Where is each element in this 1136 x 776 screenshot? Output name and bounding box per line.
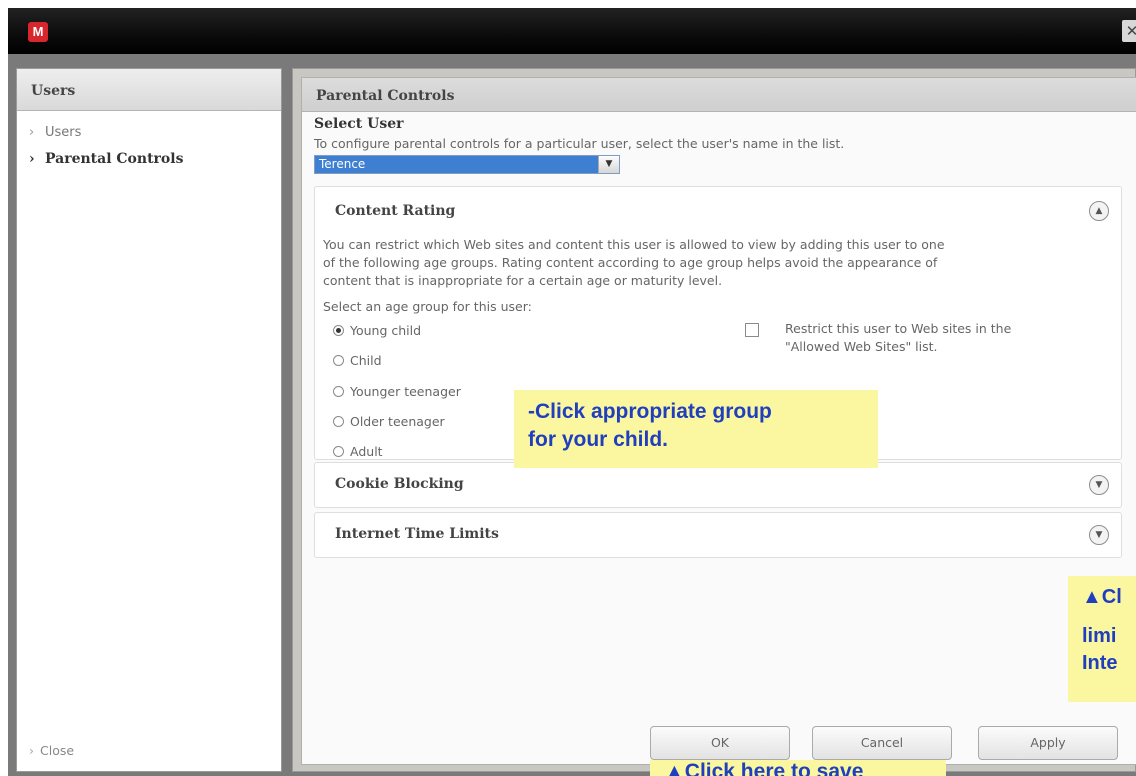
radio-label: Younger teenager (350, 384, 461, 399)
radio-older-teenager[interactable]: Older teenager (333, 414, 445, 429)
internet-time-limits-title[interactable]: Internet Time Limits (335, 526, 499, 542)
app-logo-icon: M (28, 22, 48, 42)
down-arrows-circle-icon[interactable]: ▼ (1089, 525, 1109, 545)
cookie-blocking-title[interactable]: Cookie Blocking (335, 476, 464, 492)
select-user-title: Select User (314, 116, 404, 132)
close-window-button[interactable]: ✕ (1122, 20, 1136, 42)
down-arrows-circle-icon[interactable]: ▼ (1089, 475, 1109, 495)
title-bar: M ✕ (8, 8, 1136, 54)
sidebar: Users › Users › Parental Controls › Close (16, 68, 282, 772)
chevron-right-icon: › (29, 151, 35, 167)
restrict-checkbox-label: "Allowed Web Sites" list. (785, 339, 938, 354)
radio-label: Older teenager (350, 414, 445, 429)
radio-label: Child (350, 353, 382, 368)
save-callout: ▲Click here to save (650, 760, 946, 776)
content-rating-description: of the following age groups. Rating cont… (323, 255, 938, 270)
select-user-description: To configure parental controls for a par… (314, 136, 845, 151)
apply-button[interactable]: Apply (978, 726, 1118, 760)
sidebar-item-users[interactable]: › Users (29, 125, 81, 140)
sidebar-item-label: Parental Controls (45, 151, 184, 167)
close-label: Close (40, 743, 75, 758)
radio-child[interactable]: Child (333, 353, 382, 368)
content-rating-description: You can restrict which Web sites and con… (323, 237, 945, 252)
content-rating-title[interactable]: Content Rating (335, 203, 455, 219)
cookie-blocking-section[interactable]: Cookie Blocking ▼ (314, 462, 1122, 508)
user-dropdown-value: Terence (315, 156, 598, 173)
age-group-callout: -Click appropriate group for your child. (514, 390, 878, 468)
up-arrows-circle-icon[interactable]: ▲ (1089, 201, 1109, 221)
radio-label: Young child (350, 323, 422, 338)
radio-younger-teenager[interactable]: Younger teenager (333, 384, 461, 399)
age-group-prompt: Select an age group for this user: (323, 299, 532, 314)
callout-line: limi (1082, 625, 1117, 647)
chevron-right-icon: › (29, 743, 34, 758)
page-title: Parental Controls (302, 78, 1136, 112)
chevron-right-icon: › (29, 125, 35, 140)
callout-line: for your child. (528, 428, 669, 451)
radio-button[interactable] (333, 446, 344, 457)
radio-adult[interactable]: Adult (333, 444, 383, 459)
callout-line: -Click appropriate group (528, 400, 772, 423)
radio-button[interactable] (333, 416, 344, 427)
sidebar-close-link[interactable]: › Close (29, 743, 74, 758)
ok-button[interactable]: OK (650, 726, 790, 760)
radio-young-child[interactable]: Young child (333, 323, 421, 338)
internet-time-limits-section[interactable]: Internet Time Limits ▼ (314, 512, 1122, 558)
content-rating-description: content that is inappropriate for a cert… (323, 273, 723, 288)
callout-line: ▲Click here to save (664, 760, 864, 776)
sidebar-item-label: Users (45, 125, 82, 140)
radio-button[interactable] (333, 355, 344, 366)
dropdown-arrow-icon[interactable]: ▼ (598, 156, 619, 173)
callout-line: Inte (1082, 652, 1118, 674)
radio-button[interactable] (333, 386, 344, 397)
sidebar-header: Users (17, 69, 281, 111)
restrict-checkbox-label: Restrict this user to Web sites in the (785, 321, 1012, 336)
user-dropdown[interactable]: Terence ▼ (314, 155, 620, 174)
restrict-allowed-sites-checkbox[interactable] (745, 323, 759, 337)
radio-label: Adult (350, 444, 383, 459)
radio-button-selected[interactable] (333, 325, 344, 336)
cancel-button[interactable]: Cancel (812, 726, 952, 760)
time-limits-callout: ▲Cl limi Inte (1068, 576, 1136, 702)
callout-line: ▲Cl (1082, 586, 1122, 608)
sidebar-item-parental-controls[interactable]: › Parental Controls (29, 151, 183, 167)
